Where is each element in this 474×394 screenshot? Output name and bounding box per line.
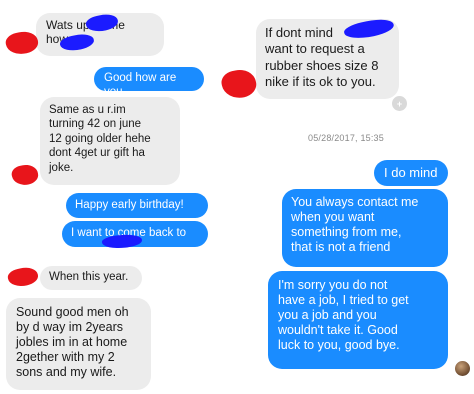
outgoing-message: You always contact me when you want some… <box>282 189 448 267</box>
redaction-mark <box>6 265 40 289</box>
outgoing-message: Happy early birthday! <box>66 193 208 218</box>
timestamp: 05/28/2017, 15:35 <box>308 133 384 143</box>
outgoing-message: Good how are you <box>94 67 204 98</box>
contact-avatar-icon[interactable] <box>455 361 470 376</box>
incoming-message: Sound good men oh by d way im 2years job… <box>6 298 151 390</box>
outgoing-message: I'm sorry you do not have a job, I tried… <box>268 271 448 369</box>
redaction-mark <box>10 162 40 188</box>
outgoing-message: I do mind <box>374 160 448 186</box>
redaction-mark <box>4 28 40 58</box>
redaction-mark <box>219 66 259 102</box>
incoming-message: When this year. <box>40 266 142 290</box>
add-reaction-icon[interactable]: + <box>391 95 408 112</box>
incoming-message: Same as u r.im turning 42 on june 12 goi… <box>40 97 180 185</box>
